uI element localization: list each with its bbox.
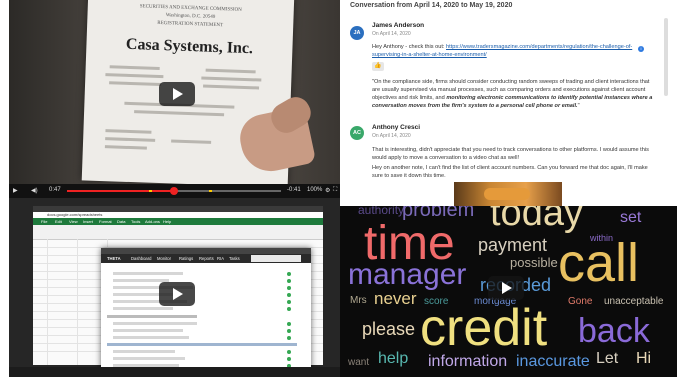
seek-handle[interactable]: [170, 187, 178, 195]
remaining-time: -0:41: [287, 187, 301, 193]
cloud-word: unacceptable: [604, 296, 664, 307]
cloud-word: Let: [596, 350, 619, 367]
nav-item[interactable]: Reports: [199, 254, 214, 263]
cloud-word: never: [374, 289, 417, 308]
menu-item[interactable]: Add-ons: [145, 218, 160, 225]
play-button[interactable]: [159, 282, 195, 306]
menu-item[interactable]: Edit: [55, 218, 62, 225]
menu-item[interactable]: View: [69, 218, 78, 225]
menu-item[interactable]: Insert: [83, 218, 93, 225]
menu-item[interactable]: Tools: [131, 218, 140, 225]
menu-item[interactable]: File: [41, 218, 47, 225]
cloud-word: today: [490, 206, 583, 234]
cloud-word: please: [362, 319, 416, 339]
play-icon[interactable]: ▶: [13, 187, 18, 194]
app-logo: THETA: [107, 256, 121, 261]
cloud-word: set: [620, 209, 642, 226]
cloud-word: Gone: [568, 296, 593, 307]
word-cloud-panel: authority problem today set time payment…: [340, 206, 677, 377]
video-thumbnail[interactable]: [454, 182, 562, 206]
cloud-word: authority: [358, 206, 405, 217]
avatar: JA: [350, 26, 364, 40]
marker: [209, 190, 212, 192]
message-date: On April 14, 2020: [372, 31, 411, 37]
nav-item[interactable]: Ratings: [179, 254, 193, 263]
sender-name: Anthony Cresci: [372, 124, 421, 131]
cloud-word: want: [348, 357, 370, 368]
sheet-toolbar: [33, 225, 323, 240]
taskbar: [9, 367, 340, 377]
marker: [149, 190, 152, 192]
volume-icon[interactable]: ◀): [31, 187, 38, 194]
message-text: That is interesting, didn't appreciate t…: [372, 147, 649, 161]
conversation-header: Conversation from April 14, 2020 to May …: [350, 2, 513, 9]
gear-icon[interactable]: ⚙: [325, 187, 330, 194]
cloud-word: inaccurate: [516, 353, 590, 370]
message-text: Hey Anthony - check this out: https://ww…: [372, 44, 633, 58]
cat-image: [484, 188, 530, 200]
cloud-word: payment: [478, 235, 548, 255]
menu-item[interactable]: Format: [99, 218, 112, 225]
menu-item[interactable]: Help: [163, 218, 171, 225]
current-time: 0:47: [49, 187, 61, 193]
zoom-level[interactable]: 100%: [307, 187, 322, 193]
cloud-word: help: [378, 350, 409, 367]
nav-item[interactable]: Monitor: [157, 254, 171, 263]
message-quote: "On the compliance side, firms should co…: [372, 79, 653, 109]
cloud-word: Mrs: [350, 295, 367, 306]
doc-company-name: Casa Systems, Inc.: [125, 35, 254, 58]
play-button[interactable]: [488, 276, 524, 300]
window-action-button[interactable]: [251, 255, 301, 262]
scrollbar[interactable]: [664, 18, 668, 96]
nav-item[interactable]: RIA: [217, 254, 224, 263]
cloud-word: call: [558, 233, 640, 293]
cloud-word: manager: [348, 258, 467, 291]
seek-progress: [67, 190, 174, 192]
cloud-word: back: [578, 312, 650, 350]
video-controls[interactable]: ▶ ◀) 0:47 -0:41 100% ⚙ ⛶: [9, 184, 340, 198]
menu-item[interactable]: Data: [117, 218, 125, 225]
avatar: AC: [350, 126, 364, 140]
compliance-app-window[interactable]: THETA Dashboard Monitor Ratings Reports …: [101, 248, 311, 373]
conversation-panel: Conversation from April 14, 2020 to May …: [340, 0, 677, 206]
thumbs-up-icon[interactable]: 👍: [372, 62, 384, 71]
fullscreen-icon[interactable]: ⛶: [333, 187, 337, 194]
sender-name: James Anderson: [372, 22, 425, 29]
cloud-word: possible: [510, 255, 558, 270]
cloud-word: Hi: [636, 350, 652, 367]
cloud-word: credit: [420, 299, 548, 357]
sheets-menu-bar: File Edit View Insert Format Data Tools …: [33, 218, 323, 225]
nav-item[interactable]: Dashboard: [131, 254, 152, 263]
document-video-player[interactable]: SECURITIES AND EXCHANGE COMMISSION Washi…: [9, 0, 340, 198]
message-date: On April 14, 2020: [372, 133, 411, 139]
cloud-word: information: [428, 353, 508, 370]
screen-recording-player[interactable]: docs.google.com/spreadsheets File Edit V…: [9, 198, 340, 377]
message-text: Hey on another note, I can't find the li…: [372, 165, 648, 179]
nav-item[interactable]: Tasks: [229, 254, 240, 263]
info-icon[interactable]: i: [638, 46, 644, 52]
play-button[interactable]: [159, 82, 195, 106]
